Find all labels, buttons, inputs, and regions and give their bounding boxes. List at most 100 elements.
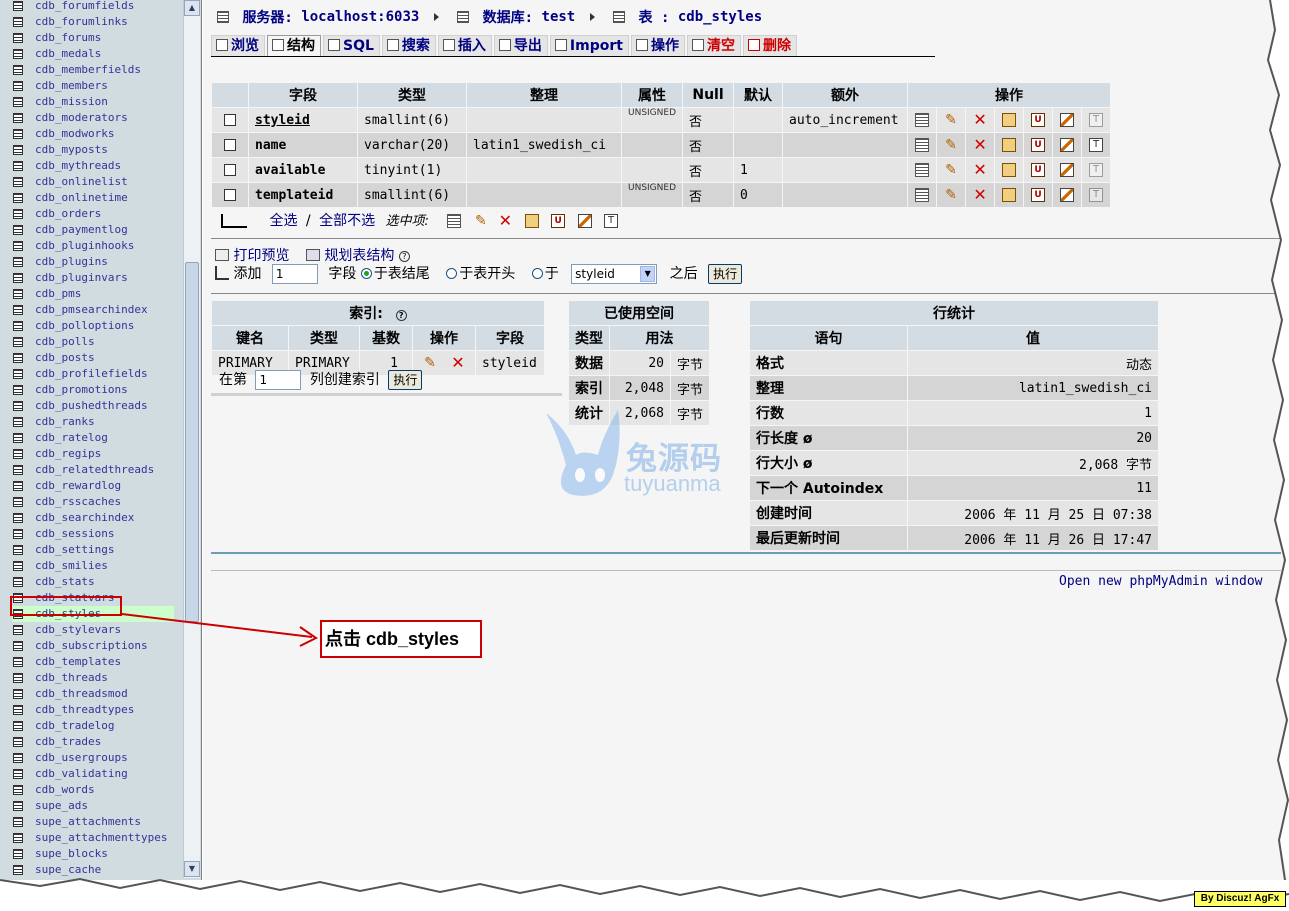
table-icon[interactable] [13,353,23,363]
sidebar-item-label[interactable]: cdb_threadtypes [35,703,134,716]
sidebar-item-cdb_myposts[interactable]: cdb_myposts [12,142,174,158]
row-checkbox[interactable] [224,114,236,126]
sidebar-item-label[interactable]: cdb_forums [35,31,101,44]
sidebar-item-label[interactable]: cdb_pluginvars [35,271,128,284]
sidebar-item-label[interactable]: cdb_threadsmod [35,687,128,700]
table-icon[interactable] [13,417,23,427]
sidebar-item-cdb_polloptions[interactable]: cdb_polloptions [12,318,174,334]
table-icon[interactable] [13,289,23,299]
sidebar-item-supe_attachmenttypes[interactable]: supe_attachmenttypes [12,830,174,846]
table-icon[interactable] [13,561,23,571]
tab-operations[interactable]: 操作 [630,35,685,56]
sidebar-item-cdb_paymentlog[interactable]: cdb_paymentlog [12,222,174,238]
table-icon[interactable] [13,337,23,347]
sidebar-item-cdb_stylevars[interactable]: cdb_stylevars [12,622,174,638]
tab-export[interactable]: 导出 [493,35,548,56]
sidebar-item-label[interactable]: cdb_mythreads [35,159,121,172]
sidebar-item-label[interactable]: cdb_stylevars [35,623,121,636]
edit-selected-icon[interactable]: ✎ [474,214,488,228]
sidebar-item-cdb_onlinelist[interactable]: cdb_onlinelist [12,174,174,190]
sidebar-item-cdb_usergroups[interactable]: cdb_usergroups [12,750,174,766]
table-icon[interactable] [13,689,23,699]
at-beginning-radio[interactable] [446,268,458,279]
sidebar-item-cdb_sessions[interactable]: cdb_sessions [12,526,174,542]
sidebar-item-cdb_pmsearchindex[interactable]: cdb_pmsearchindex [12,302,174,318]
sidebar-item-cdb_rsscaches[interactable]: cdb_rsscaches [12,494,174,510]
sidebar-item-cdb_polls[interactable]: cdb_polls [12,334,174,350]
left-scrollbar[interactable]: ▲ ▼ [183,0,200,878]
add-count-input[interactable]: 1 [271,264,318,284]
scroll-thumb[interactable] [185,262,199,622]
sidebar-item-label[interactable]: cdb_tradelog [35,719,114,732]
sidebar-item-label[interactable]: cdb_relatedthreads [35,463,154,476]
unique-selected-icon[interactable]: U [551,214,566,228]
table-icon[interactable] [13,65,23,75]
index-selected-icon[interactable] [577,214,592,228]
table-icon[interactable] [13,737,23,747]
sidebar-item-cdb_posts[interactable]: cdb_posts [12,350,174,366]
fulltext-icon[interactable]: T [1089,138,1104,152]
unique-icon[interactable]: U [1031,163,1046,177]
sidebar-item-supe_attachments[interactable]: supe_attachments [12,814,174,830]
sidebar-item-label[interactable]: supe_categories [35,879,134,880]
at-end-radio[interactable] [360,268,372,279]
sidebar-item-label[interactable]: cdb_myposts [35,143,108,156]
primary-key-icon[interactable] [1002,188,1017,202]
primary-key-icon[interactable] [1002,138,1017,152]
sidebar-item-cdb_ranks[interactable]: cdb_ranks [12,414,174,430]
sidebar-item-label[interactable]: cdb_sessions [35,527,114,540]
tab-empty[interactable]: 清空 [686,35,741,56]
unique-icon[interactable]: U [1031,188,1046,202]
sidebar-item-cdb_orders[interactable]: cdb_orders [12,206,174,222]
sidebar-item-supe_categories[interactable]: supe_categories [12,878,174,880]
delete-icon[interactable]: ✕ [973,187,987,203]
table-icon[interactable] [13,817,23,827]
sidebar-item-cdb_forumlinks[interactable]: cdb_forumlinks [12,14,174,30]
table-icon[interactable] [13,673,23,683]
table-icon[interactable] [13,273,23,283]
table-icon[interactable] [13,769,23,779]
sidebar-item-label[interactable]: cdb_regips [35,447,101,460]
sidebar-item-label[interactable]: cdb_posts [35,351,95,364]
edit-icon[interactable]: ✎ [944,138,958,152]
unique-icon[interactable]: U [1031,138,1046,152]
sidebar-item-label[interactable]: cdb_rsscaches [35,495,121,508]
sidebar-item-label[interactable]: cdb_smilies [35,559,108,572]
sidebar-item-cdb_modworks[interactable]: cdb_modworks [12,126,174,142]
table-icon[interactable] [13,81,23,91]
sidebar-item-cdb_onlinetime[interactable]: cdb_onlinetime [12,190,174,206]
sidebar-item-cdb_promotions[interactable]: cdb_promotions [12,382,174,398]
fulltext-icon[interactable]: T [1089,188,1104,202]
tab-browse[interactable]: 浏览 [211,35,265,56]
tab-drop[interactable]: 删除 [742,35,797,56]
table-icon[interactable] [13,129,23,139]
sidebar-item-label[interactable]: cdb_members [35,79,108,92]
table-icon[interactable] [13,513,23,523]
sidebar-item-label[interactable]: supe_cache [35,863,101,876]
sidebar-item-label[interactable]: cdb_threads [35,671,108,684]
table-icon[interactable] [13,113,23,123]
database-link[interactable]: test [542,9,576,25]
sidebar-item-label[interactable]: cdb_polloptions [35,319,134,332]
propose-structure-link[interactable]: 规划表结构 [324,248,394,264]
index-icon[interactable] [1060,188,1075,202]
delete-icon[interactable]: ✕ [973,162,987,178]
delete-icon[interactable]: ✕ [451,355,465,371]
sidebar-item-cdb_tradelog[interactable]: cdb_tradelog [12,718,174,734]
sidebar-item-label[interactable]: supe_ads [35,799,88,812]
sidebar-item-cdb_stats[interactable]: cdb_stats [12,574,174,590]
fulltext-icon[interactable]: T [1089,163,1104,177]
table-icon[interactable] [13,193,23,203]
sidebar-item-label[interactable]: cdb_modworks [35,127,114,140]
index-icon[interactable] [1060,163,1075,177]
add-field-go-button[interactable]: 执行 [708,264,743,284]
scroll-down-button[interactable]: ▼ [184,861,200,877]
sidebar-item-cdb_regips[interactable]: cdb_regips [12,446,174,462]
table-icon[interactable] [13,577,23,587]
browse-icon[interactable] [915,138,930,152]
server-link[interactable]: localhost:6033 [301,9,419,25]
sidebar-item-cdb_threadsmod[interactable]: cdb_threadsmod [12,686,174,702]
table-icon[interactable] [13,497,23,507]
sidebar-item-cdb_threadtypes[interactable]: cdb_threadtypes [12,702,174,718]
fulltext-icon[interactable]: T [1089,113,1104,127]
